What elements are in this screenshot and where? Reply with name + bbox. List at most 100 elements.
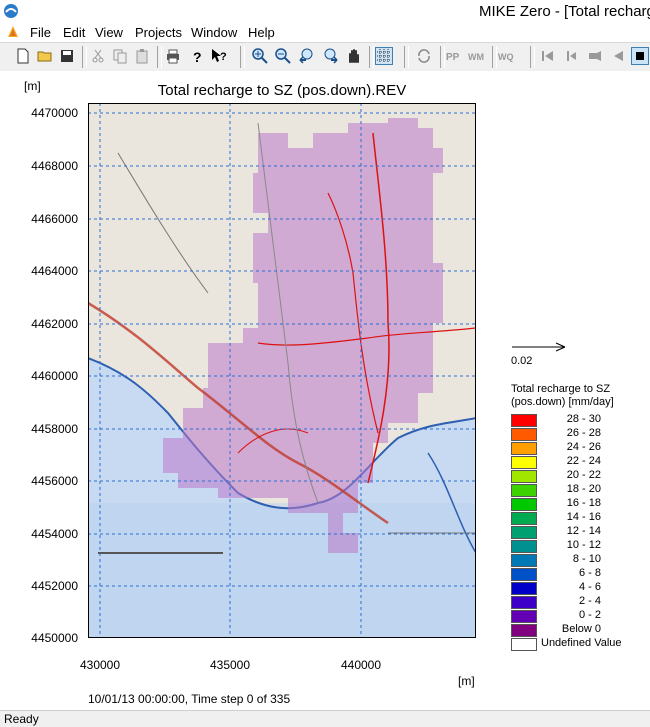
stop-icon[interactable] bbox=[631, 47, 649, 65]
status-bar: Ready bbox=[0, 710, 650, 727]
save-icon[interactable] bbox=[59, 48, 75, 64]
legend-item: 10 - 12 bbox=[511, 539, 641, 553]
paste-icon[interactable] bbox=[134, 48, 150, 64]
first-frame-icon[interactable] bbox=[540, 48, 556, 64]
pp-icon[interactable]: PP bbox=[446, 48, 462, 64]
document-icon[interactable] bbox=[6, 25, 20, 39]
svg-text:WQ: WQ bbox=[498, 52, 514, 62]
y-tick-label: 4458000 bbox=[31, 422, 78, 436]
open-folder-icon[interactable] bbox=[37, 48, 53, 64]
legend-swatch bbox=[511, 414, 537, 427]
legend-label: 6 - 8 bbox=[578, 567, 601, 579]
plot-title: Total recharge to SZ (pos.down).REV bbox=[157, 82, 407, 99]
legend-swatch bbox=[511, 638, 537, 651]
legend-label: 8 - 10 bbox=[572, 553, 601, 565]
zoom-previous-icon[interactable] bbox=[299, 48, 315, 64]
record-icon[interactable] bbox=[587, 48, 603, 64]
wq-icon[interactable]: WQ bbox=[498, 48, 514, 64]
legend-item: 12 - 14 bbox=[511, 525, 641, 539]
svg-text:?: ? bbox=[220, 51, 227, 63]
menu-edit[interactable]: Edit bbox=[63, 25, 85, 40]
legend-item: 6 - 8 bbox=[511, 567, 641, 581]
legend-label: 12 - 14 bbox=[566, 525, 601, 537]
legend-swatch bbox=[511, 596, 537, 609]
legend-label: 18 - 20 bbox=[566, 483, 601, 495]
x-tick-label: 435000 bbox=[209, 658, 251, 672]
play-back-icon[interactable] bbox=[610, 48, 626, 64]
menu-window[interactable]: Window bbox=[191, 25, 237, 40]
context-help-icon[interactable]: ? bbox=[211, 48, 227, 64]
pan-icon[interactable] bbox=[346, 48, 362, 64]
status-text: Ready bbox=[4, 712, 39, 726]
window-title: MIKE Zero - [Total recharg bbox=[479, 3, 650, 20]
y-tick-label: 4462000 bbox=[31, 317, 78, 331]
toolbar-separator bbox=[82, 46, 87, 68]
legend-swatch bbox=[511, 582, 537, 595]
legend-label: Undefined Value bbox=[541, 637, 622, 649]
legend-title: Total recharge to SZ (pos.down) [mm/day] bbox=[511, 383, 614, 409]
svg-text:?: ? bbox=[193, 49, 202, 64]
previous-frame-icon[interactable] bbox=[564, 48, 580, 64]
zoom-out-icon[interactable] bbox=[275, 48, 291, 64]
menu-file[interactable]: File bbox=[30, 25, 51, 40]
cut-icon[interactable] bbox=[90, 48, 106, 64]
x-tick-label: 440000 bbox=[340, 658, 382, 672]
x-axis-unit: [m] bbox=[458, 674, 475, 688]
legend-swatch bbox=[511, 470, 537, 483]
toolbar-separator bbox=[492, 46, 497, 68]
copy-icon[interactable] bbox=[112, 48, 128, 64]
y-tick-label: 4460000 bbox=[31, 369, 78, 383]
wm-icon[interactable]: WM bbox=[468, 48, 484, 64]
refresh-icon[interactable] bbox=[416, 48, 432, 64]
legend-item: 16 - 18 bbox=[511, 497, 641, 511]
title-bar: MIKE Zero - [Total recharg bbox=[0, 0, 650, 22]
legend-swatch bbox=[511, 428, 537, 441]
legend-title-line: (pos.down) [mm/day] bbox=[511, 396, 614, 408]
legend-item: Undefined Value bbox=[511, 637, 641, 651]
legend-label: 0 - 2 bbox=[578, 609, 601, 621]
legend-label: 28 - 30 bbox=[566, 413, 601, 425]
legend-label: 22 - 24 bbox=[566, 455, 601, 467]
legend-item: 14 - 16 bbox=[511, 511, 641, 525]
legend-item: 24 - 26 bbox=[511, 441, 641, 455]
toolbar-separator bbox=[369, 46, 374, 68]
zoom-in-icon[interactable] bbox=[252, 48, 268, 64]
legend-label: Below 0 bbox=[561, 623, 601, 635]
legend-item: 28 - 30 bbox=[511, 413, 641, 427]
legend-label: 14 - 16 bbox=[566, 511, 601, 523]
help-icon[interactable]: ? bbox=[189, 48, 205, 64]
mike-zero-app-icon[interactable] bbox=[3, 3, 19, 19]
legend-swatch bbox=[511, 526, 537, 539]
legend-swatch bbox=[511, 484, 537, 497]
zoom-next-icon[interactable] bbox=[322, 48, 338, 64]
print-icon[interactable] bbox=[165, 48, 181, 64]
legend-label: 4 - 6 bbox=[578, 581, 601, 593]
x-tick-label: 430000 bbox=[79, 658, 121, 672]
legend-swatch bbox=[511, 498, 537, 511]
y-tick-label: 4456000 bbox=[31, 474, 78, 488]
grid-icon[interactable] bbox=[375, 47, 393, 65]
legend-item: 26 - 28 bbox=[511, 427, 641, 441]
y-tick-label: 4470000 bbox=[31, 106, 78, 120]
menu-bar: File Edit View Projects Window Help bbox=[0, 22, 650, 42]
legend-item: 20 - 22 bbox=[511, 469, 641, 483]
new-file-icon[interactable] bbox=[15, 48, 31, 64]
legend-title-line: Total recharge to SZ bbox=[511, 383, 611, 395]
legend-swatch bbox=[511, 624, 537, 637]
deep-sea-area bbox=[88, 503, 476, 638]
menu-view[interactable]: View bbox=[95, 25, 123, 40]
y-axis-unit: [m] bbox=[24, 79, 41, 93]
menu-help[interactable]: Help bbox=[248, 25, 275, 40]
toolbar-separator bbox=[404, 46, 409, 68]
map-plot[interactable] bbox=[88, 103, 476, 638]
legend-label: 10 - 12 bbox=[566, 539, 601, 551]
toolbar-separator bbox=[440, 46, 445, 68]
y-tick-label: 4464000 bbox=[31, 264, 78, 278]
legend-swatch bbox=[511, 554, 537, 567]
svg-text:PP: PP bbox=[446, 52, 460, 63]
legend-item: 4 - 6 bbox=[511, 581, 641, 595]
toolbar: ? ? PP WM WQ bbox=[0, 42, 650, 72]
legend-label: 16 - 18 bbox=[566, 497, 601, 509]
menu-projects[interactable]: Projects bbox=[135, 25, 182, 40]
legend-label: 26 - 28 bbox=[566, 427, 601, 439]
